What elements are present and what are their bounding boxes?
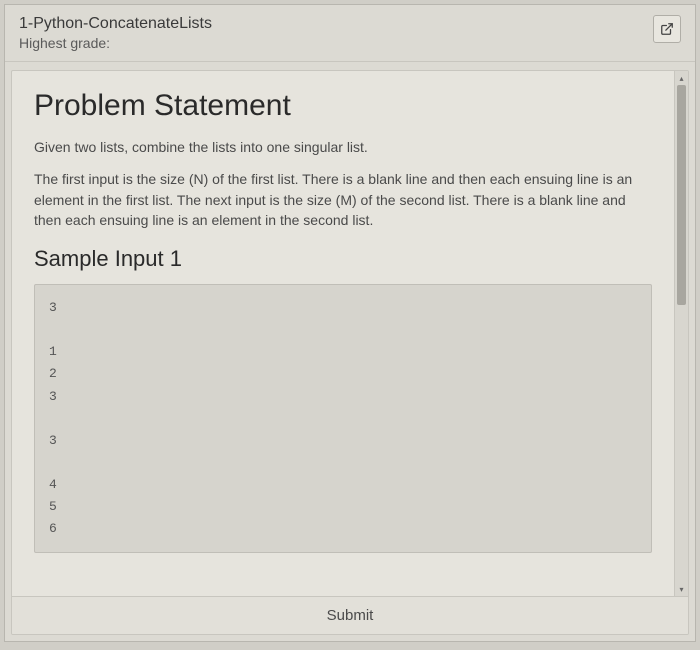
scroll-wrap: Problem Statement Given two lists, combi…	[12, 71, 688, 596]
external-link-icon	[660, 22, 674, 36]
open-external-button[interactable]	[653, 15, 681, 43]
scroll-thumb[interactable]	[677, 85, 686, 305]
assignment-title: 1-Python-ConcatenateLists	[19, 15, 212, 33]
problem-body: Problem Statement Given two lists, combi…	[12, 71, 674, 596]
scroll-up-arrow[interactable]: ▴	[675, 71, 688, 85]
highest-grade-label: Highest grade:	[19, 35, 212, 51]
scrollbar[interactable]: ▴ ▾	[674, 71, 688, 596]
sample-input-heading: Sample Input 1	[34, 246, 652, 272]
header-text: 1-Python-ConcatenateLists Highest grade:	[19, 15, 212, 51]
problem-description-2: The first input is the size (N) of the f…	[34, 169, 652, 230]
scroll-down-arrow[interactable]: ▾	[675, 582, 688, 596]
sample-input-box: 3 1 2 3 3 4 5 6	[34, 284, 652, 553]
header-bar: 1-Python-ConcatenateLists Highest grade:	[5, 5, 695, 62]
problem-statement-heading: Problem Statement	[34, 89, 652, 123]
content-area: Problem Statement Given two lists, combi…	[11, 70, 689, 635]
problem-description-1: Given two lists, combine the lists into …	[34, 137, 652, 157]
submit-button[interactable]: Submit	[12, 596, 688, 634]
assignment-panel: 1-Python-ConcatenateLists Highest grade:…	[4, 4, 696, 642]
